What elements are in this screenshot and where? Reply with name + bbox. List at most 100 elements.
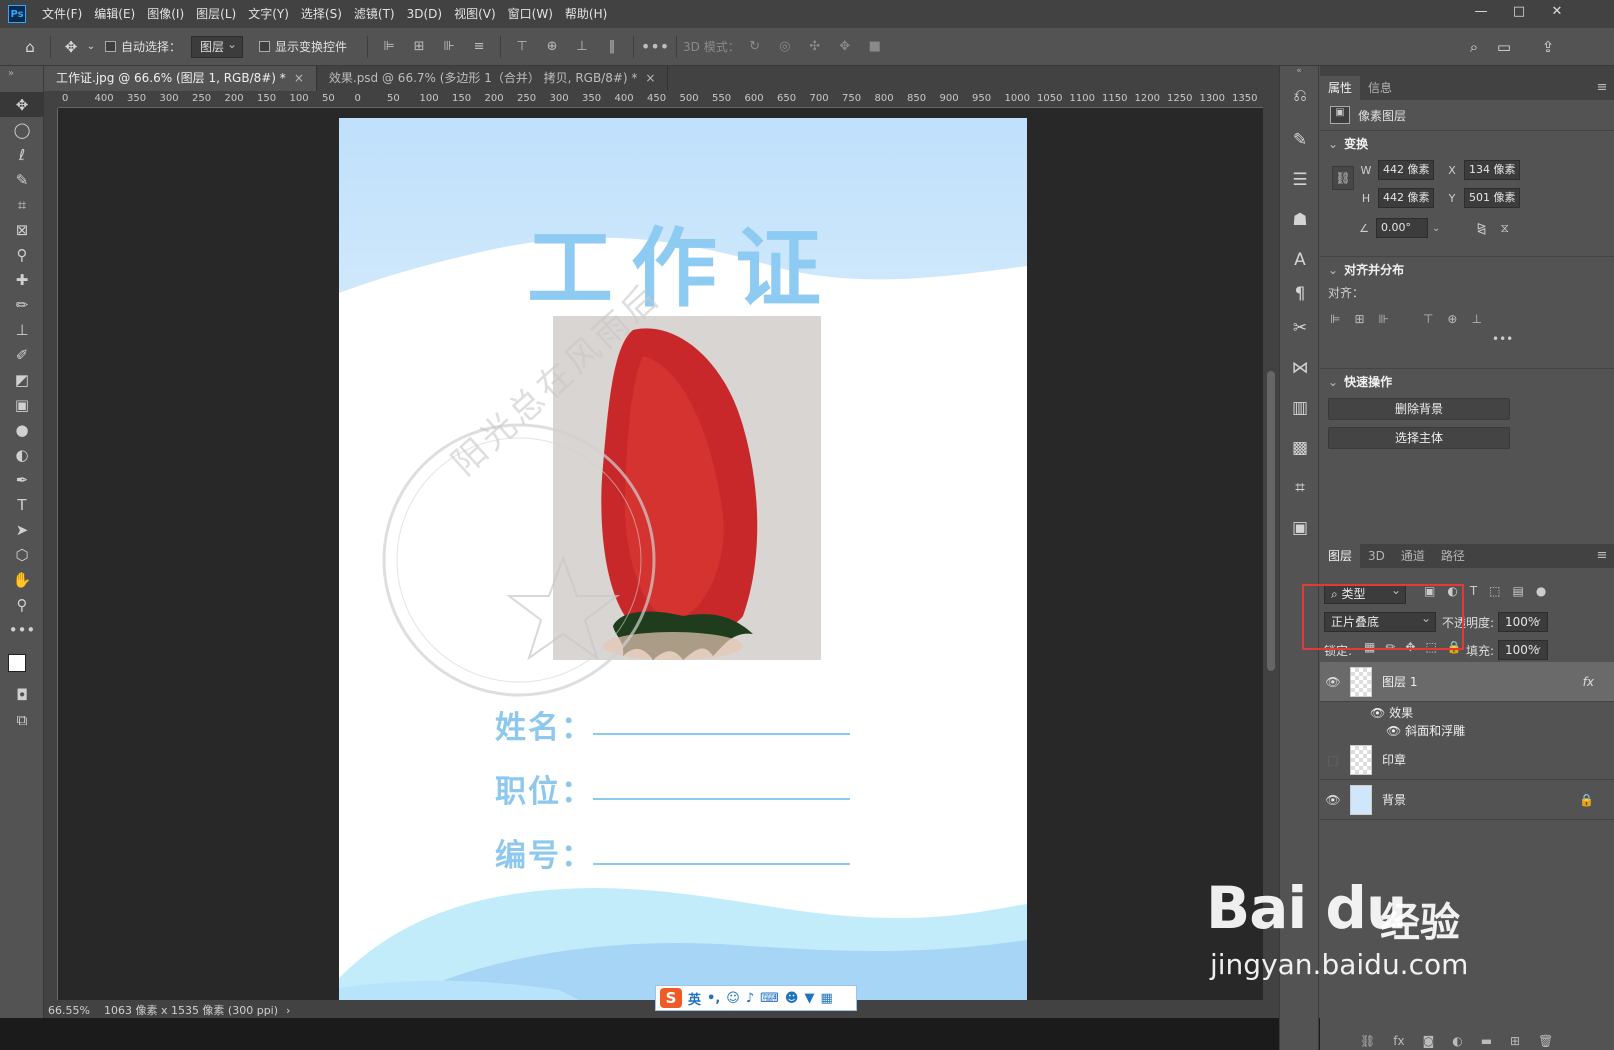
- maximize-button[interactable]: □: [1500, 0, 1538, 24]
- close-button[interactable]: ✕: [1538, 0, 1576, 24]
- tab-3d[interactable]: 3D: [1360, 544, 1393, 568]
- character-panel-icon[interactable]: A: [1280, 240, 1320, 280]
- skin-icon[interactable]: ▼: [804, 991, 814, 1006]
- microphone-icon[interactable]: ♪: [746, 991, 754, 1006]
- menu-3d[interactable]: 3D(D): [401, 0, 448, 28]
- pen-tool-icon[interactable]: ✒: [0, 467, 44, 492]
- angle-input[interactable]: 0.00°: [1376, 218, 1428, 238]
- 3d-pan-icon[interactable]: ✣: [804, 36, 826, 58]
- 3d-camera-icon[interactable]: ■: [864, 36, 886, 58]
- auto-select-checkbox[interactable]: [105, 41, 116, 52]
- align-section-header[interactable]: ⌄ 对齐并分布: [1320, 256, 1614, 282]
- align-hcenter-icon[interactable]: ⊞: [1354, 312, 1364, 326]
- scroll-thumb[interactable]: [1267, 371, 1275, 671]
- select-subject-button[interactable]: 选择主体: [1328, 427, 1510, 449]
- gg-plugin-icon[interactable]: ▩: [1280, 428, 1320, 468]
- horizontal-ruler[interactable]: 0 400 350 300 250 200 150 100 50 0 50 100 150 200 250 3…: [58, 91, 1263, 108]
- document-info[interactable]: 1063 像素 x 1535 像素 (300 ppi): [104, 1002, 278, 1018]
- libraries-icon[interactable]: ☗: [1280, 200, 1320, 240]
- paths-icon[interactable]: ⋈: [1280, 348, 1320, 388]
- tab-layers[interactable]: 图层: [1320, 544, 1361, 568]
- screen-mode-icon[interactable]: ⧉: [0, 707, 44, 732]
- eye-icon[interactable]: 👁: [1386, 724, 1405, 738]
- tab-channels[interactable]: 通道: [1393, 544, 1433, 568]
- fx-icon[interactable]: fx: [1583, 675, 1594, 689]
- menu-file[interactable]: 文件(F): [36, 0, 88, 28]
- crop-panel-icon[interactable]: ⌗: [1280, 468, 1320, 508]
- distribute-v-icon[interactable]: ‖: [601, 36, 623, 58]
- layer-name[interactable]: 背景: [1382, 791, 1406, 808]
- align-left-icon[interactable]: ⊫: [378, 36, 400, 58]
- 3d-slide-icon[interactable]: ✥: [834, 36, 856, 58]
- tab-paths[interactable]: 路径: [1433, 544, 1473, 568]
- dodge-tool-icon[interactable]: ◐: [0, 442, 44, 467]
- tab-work-id[interactable]: 工作证.jpg @ 66.6% (图层 1, RGB/8#) * ×: [44, 66, 317, 91]
- adjustments-icon[interactable]: ☰: [1280, 160, 1320, 200]
- user-icon[interactable]: ☻: [785, 991, 799, 1006]
- stamp-tool-icon[interactable]: ⊥: [0, 317, 44, 342]
- add-mask-icon[interactable]: ◙: [1423, 1034, 1435, 1048]
- more-options-icon[interactable]: •••: [1492, 332, 1513, 346]
- layer-name[interactable]: 图层 1: [1382, 673, 1417, 690]
- eye-icon[interactable]: 👁: [1320, 793, 1346, 807]
- lasso-tool-icon[interactable]: ℓ: [0, 142, 44, 167]
- effects-row[interactable]: 👁 效果: [1370, 704, 1413, 721]
- align-top-icon[interactable]: ⊤: [1423, 312, 1433, 326]
- type-filter-icon[interactable]: T: [1470, 584, 1477, 598]
- align-hcenter-icon[interactable]: ⊞: [408, 36, 430, 58]
- chevron-right-icon[interactable]: ›: [286, 1004, 290, 1017]
- blur-tool-icon[interactable]: ●: [0, 417, 44, 442]
- chevron-down-icon[interactable]: ⌄: [1432, 223, 1440, 234]
- align-vcenter-icon[interactable]: ⊕: [541, 36, 563, 58]
- layer-row-1[interactable]: 👁 图层 1 fx: [1320, 662, 1614, 702]
- crop-tool-icon[interactable]: ⌗: [0, 192, 44, 217]
- sogou-logo-icon[interactable]: S: [660, 988, 682, 1008]
- new-group-icon[interactable]: ▬: [1481, 1034, 1492, 1048]
- opacity-input[interactable]: 100%: [1498, 609, 1548, 632]
- menu-image[interactable]: 图像(I): [141, 0, 190, 28]
- menu-layer[interactable]: 图层(L): [190, 0, 242, 28]
- auto-select-dropdown[interactable]: 图层: [191, 34, 244, 58]
- paragraph-panel-icon[interactable]: ¶: [1280, 280, 1320, 308]
- brush-tool-icon[interactable]: ✏: [0, 292, 44, 317]
- panel-menu-icon[interactable]: ≡: [1590, 544, 1614, 568]
- 3d-orbit-icon[interactable]: ↻: [744, 36, 766, 58]
- new-layer-icon[interactable]: ⊞: [1510, 1034, 1520, 1048]
- align-left-icon[interactable]: ⊫: [1330, 312, 1340, 326]
- brush-settings-icon[interactable]: ✎: [1280, 120, 1320, 160]
- remove-background-button[interactable]: 删除背景: [1328, 398, 1510, 420]
- chevron-down-icon[interactable]: ⌄: [85, 33, 97, 61]
- link-icon[interactable]: ⛓: [1332, 166, 1354, 190]
- tools-scissor-icon[interactable]: ✂: [1280, 308, 1320, 348]
- history-panel-icon[interactable]: ⎌: [1280, 76, 1320, 116]
- menu-type[interactable]: 文字(Y): [242, 0, 295, 28]
- tab-properties[interactable]: 属性: [1320, 76, 1361, 100]
- quick-actions-header[interactable]: ⌄ 快速操作: [1320, 368, 1614, 394]
- show-transform-checkbox[interactable]: [259, 41, 271, 52]
- color-swatches[interactable]: [0, 642, 44, 682]
- canvas-area[interactable]: 工作证 阳光总在风雨后 姓名： 职位： 编号：: [58, 108, 1263, 1000]
- collapse-icon[interactable]: »: [0, 66, 43, 92]
- align-right-icon[interactable]: ⊪: [438, 36, 460, 58]
- menu-view[interactable]: 视图(V): [448, 0, 502, 28]
- zoom-tool-icon[interactable]: ⚲: [0, 592, 44, 617]
- eye-icon[interactable]: 👁: [1320, 675, 1346, 689]
- tab-info[interactable]: 信息: [1360, 76, 1400, 100]
- flip-vertical-icon[interactable]: ⧖: [1500, 221, 1508, 236]
- grid-icon[interactable]: ▦: [820, 991, 832, 1006]
- 3d-roll-icon[interactable]: ◎: [774, 36, 796, 58]
- filter-toggle-icon[interactable]: ●: [1536, 584, 1546, 598]
- height-input[interactable]: 442 像素: [1378, 188, 1434, 208]
- menu-help[interactable]: 帮助(H): [559, 0, 613, 28]
- width-input[interactable]: 442 像素: [1378, 160, 1434, 180]
- move-tool-icon[interactable]: ✥: [57, 33, 85, 61]
- link-layers-icon[interactable]: ⛓: [1360, 1034, 1375, 1048]
- align-bottom-icon[interactable]: ⊥: [571, 36, 593, 58]
- ime-toolbar[interactable]: S 英 •, ☺ ♪ ⌨ ☻ ▼ ▦: [655, 985, 857, 1011]
- vertical-ruler[interactable]: [44, 108, 58, 1000]
- eyedropper-tool-icon[interactable]: ⚲: [0, 242, 44, 267]
- x-input[interactable]: 134 像素: [1464, 160, 1520, 180]
- workspace-icon[interactable]: ▭: [1490, 33, 1518, 61]
- align-bottom-icon[interactable]: ⊥: [1471, 312, 1481, 326]
- shape-tool-icon[interactable]: ⬡: [0, 542, 44, 567]
